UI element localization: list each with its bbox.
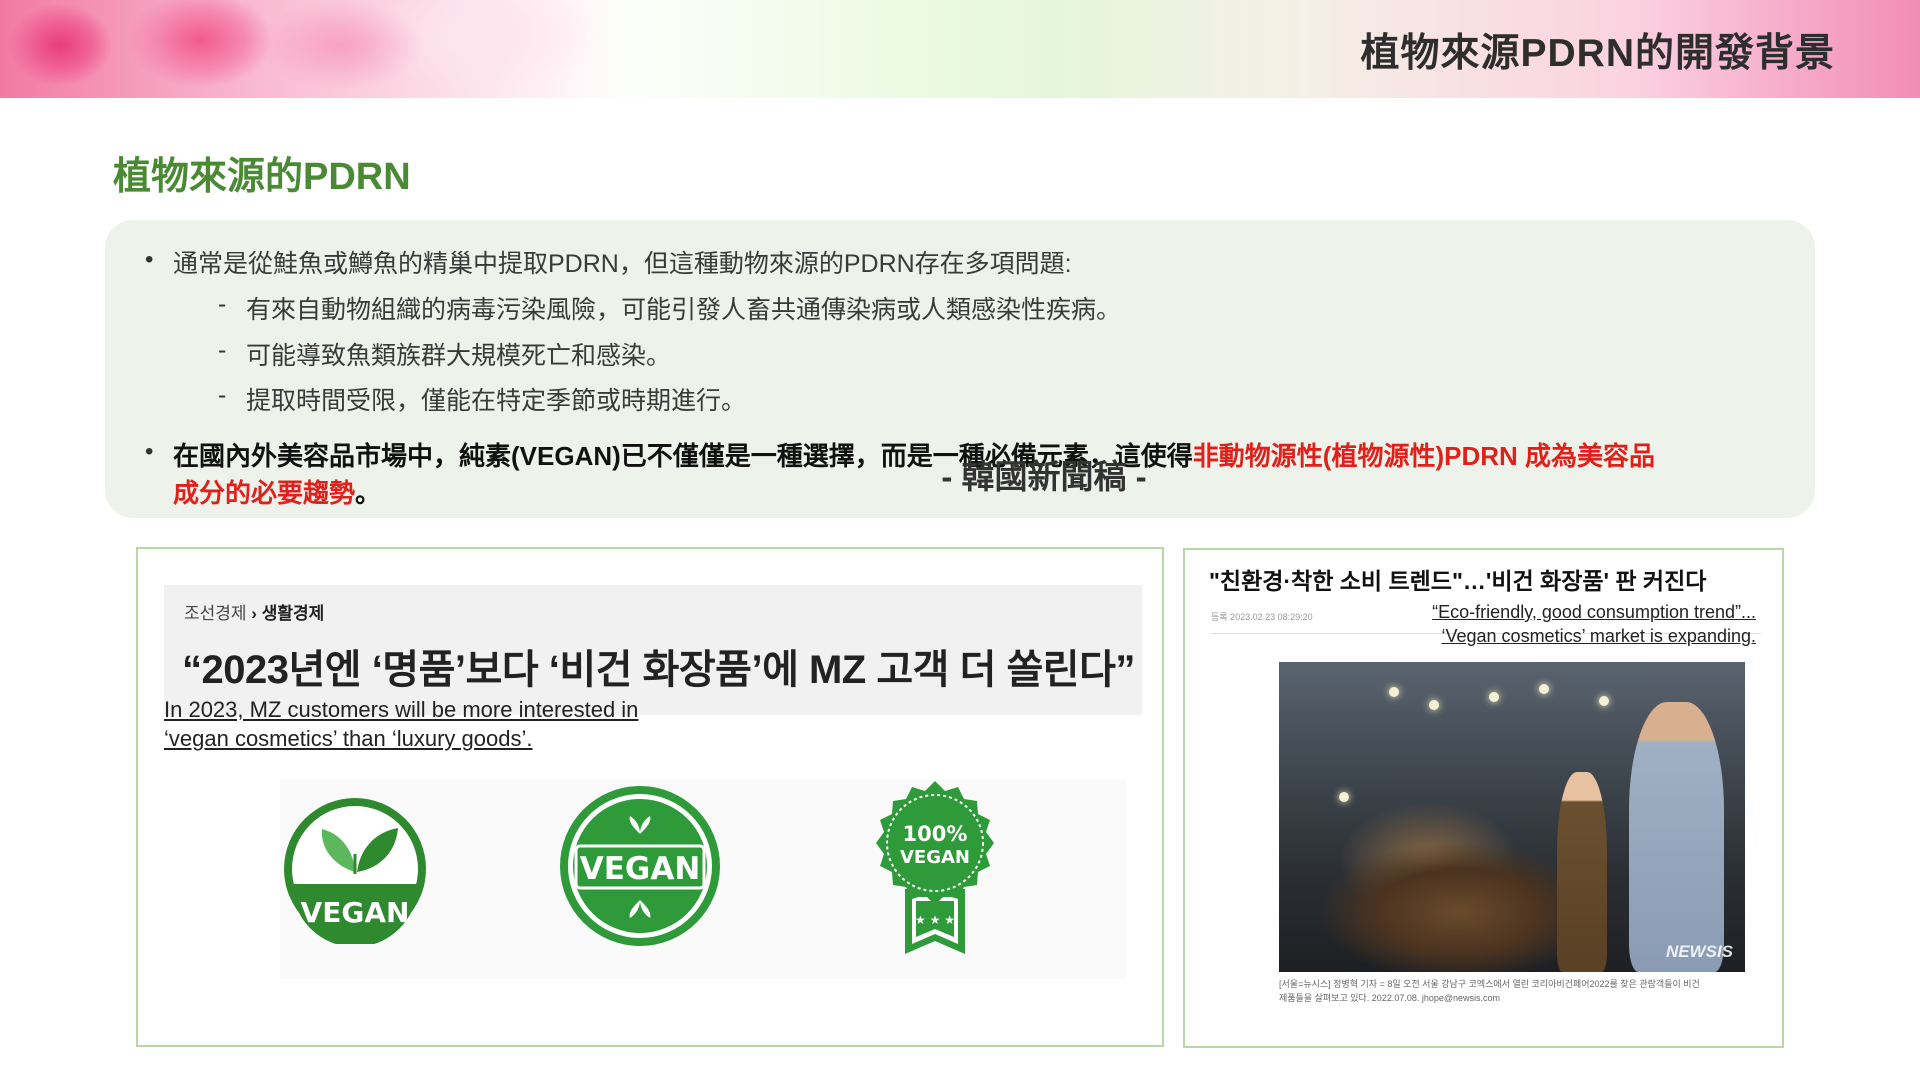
breadcrumb-category: 조선경제 (184, 604, 247, 623)
breadcrumb-subcategory: 생활경제 (261, 604, 325, 623)
bullet-marker: • (145, 438, 154, 465)
badge-1-text: VEGAN (301, 896, 410, 929)
vegan-seal-badge-icon: ★ ★ ★ 100% VEGAN (876, 781, 994, 954)
bullet-2-period: 。 (355, 478, 382, 508)
light (1339, 792, 1349, 802)
dash-marker: - (218, 290, 227, 318)
photo-caption-2: 제품들을 살펴보고 있다. 2022.07.08. jhope@newsis.c… (1279, 993, 1501, 1003)
section-title: 植物來源的PDRN (113, 156, 411, 198)
seal-stars-icon: ★ ★ ★ (915, 913, 955, 927)
light (1599, 696, 1609, 706)
bullet-2-emphasis: 非動物源性(植物源性)PDRN 成為美容品 (1192, 441, 1655, 471)
bullet-marker: • (145, 246, 154, 273)
light (1489, 692, 1499, 702)
person (1557, 772, 1607, 972)
photo-caption-1: [서울=뉴시스] 정병혁 기자 = 8일 오전 서울 강남구 코엑스에서 열린 … (1279, 979, 1700, 989)
bullet-1: 通常是從鮭魚或鱒魚的精巢中提取PDRN，但這種動物來源的PDRN存在多項問題: (173, 250, 1072, 278)
badge-2-text: VEGAN (580, 851, 701, 887)
light (1389, 687, 1399, 697)
person (1629, 702, 1724, 972)
news-english-2: ‘Vegan cosmetics’ market is expanding. (1441, 626, 1757, 646)
sub-bullet-1: 有來自動物組織的病毒污染風險，可能引發人畜共通傳染病或人類感染性疾病。 (246, 296, 1122, 324)
english-translation-1: In 2023, MZ customers will be more inter… (164, 697, 639, 722)
breadcrumb: 조선경제 › 생활경제 (184, 599, 324, 624)
news-headline: "친환경·착한 소비 트렌드"…'비건 화장품' 판 커진다 (1209, 568, 1707, 594)
news-date: 등록 2023.02.23 08:29:20 (1211, 612, 1313, 622)
badge-3-text: VEGAN (900, 847, 970, 868)
vegan-badges: VEGAN VEGAN ★ ★ ★ 100% VEGAN (280, 779, 1126, 979)
slide-title: 植物來源PDRN的開發背景 (1360, 32, 1835, 75)
header-banner: 植物來源PDRN的開發背景 (0, 0, 1920, 98)
bullet-2-line-2: 成分的必要趨勢。 (173, 473, 381, 510)
dash-marker: - (218, 336, 227, 364)
rose-image (0, 0, 620, 98)
left-article-panel: 조선경제 › 생활경제 “2023년엔 ‘명품’보다 ‘비건 화장품’에 MZ … (136, 547, 1164, 1047)
english-translation-2: ‘vegan cosmetics’ than ‘luxury goods’. (164, 726, 533, 751)
right-article-panel: "친환경·착한 소비 트렌드"…'비건 화장품' 판 커진다 등록 2023.0… (1183, 548, 1784, 1048)
source-note: - 韓國新聞稿 - (941, 458, 1147, 495)
vegan-stamp-badge-icon: VEGAN (560, 786, 720, 946)
article-headline: “2023년엔 ‘명품’보다 ‘비건 화장품’에 MZ 고객 더 쏠린다” (182, 648, 1135, 692)
article-header: 조선경제 › 생활경제 “2023년엔 ‘명품’보다 ‘비건 화장품’에 MZ … (164, 585, 1142, 715)
light (1539, 684, 1549, 694)
vegan-fair-photo: NEWSIS (1279, 662, 1745, 972)
sub-bullet-3: 提取時間受限，僅能在特定季節或時期進行。 (246, 387, 747, 415)
breadcrumb-separator: › (251, 604, 257, 623)
news-english-1: “Eco-friendly, good consumption trend”..… (1432, 602, 1756, 622)
badge-3-percent: 100% (903, 822, 968, 846)
vegan-leaf-badge-icon: VEGAN (284, 798, 426, 944)
photo-watermark: NEWSIS (1665, 942, 1733, 961)
sub-bullet-2: 可能導致魚類族群大規模死亡和感染。 (246, 342, 672, 370)
bullet-2-emphasis-end: 成分的必要趨勢 (173, 478, 356, 508)
light (1429, 700, 1439, 710)
dash-marker: - (218, 381, 227, 409)
